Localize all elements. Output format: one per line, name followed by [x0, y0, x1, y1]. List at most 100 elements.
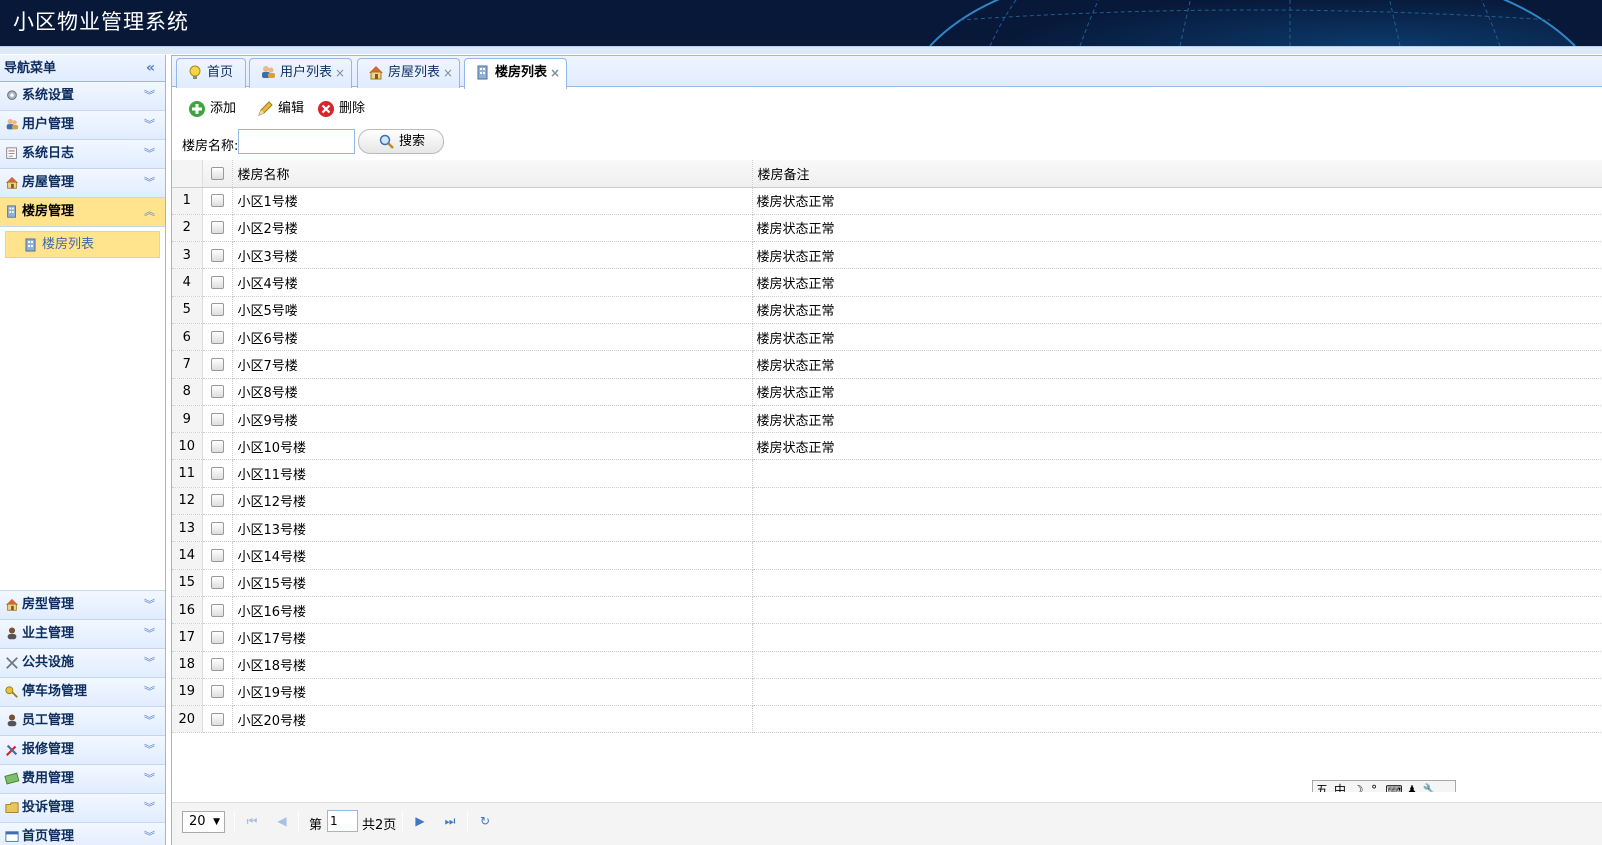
row-checkbox[interactable]	[210, 521, 224, 535]
sidebar-item-bottom_items-1[interactable]: 业主管理 ︾	[0, 620, 165, 649]
close-icon[interactable]: ×	[443, 59, 453, 87]
sidebar-item-label: 系统设置	[22, 88, 75, 103]
search-button[interactable]: 搜索	[358, 129, 444, 154]
sidebar-item-top_items-2[interactable]: 系统日志 ︾	[0, 140, 165, 169]
building-note-cell	[752, 459, 1602, 488]
sidebar-item-bottom_items-8[interactable]: 首页管理 ︾	[0, 823, 165, 845]
row-checkbox[interactable]	[210, 439, 224, 453]
row-checkbox[interactable]	[210, 658, 224, 672]
sidebar-item-bottom_items-2[interactable]: 公共设施 ︾	[0, 649, 165, 678]
row-checkbox[interactable]	[210, 494, 224, 508]
table-row[interactable]: 13 小区13号楼	[172, 514, 1602, 543]
sidebar-item-top_items-0[interactable]: 系统设置 ︾	[0, 82, 165, 111]
table-row[interactable]: 2 小区2号楼 楼房状态正常	[172, 214, 1602, 243]
edit-button[interactable]: 编辑	[256, 99, 304, 119]
table-row[interactable]: 1 小区1号楼 楼房状态正常	[172, 187, 1602, 215]
tab-2[interactable]: 房屋列表 ×	[357, 58, 460, 88]
ime-button[interactable]: °,	[1367, 781, 1385, 792]
table-row[interactable]: 6 小区6号楼 楼房状态正常	[172, 323, 1602, 352]
sidebar-item-top_items-1[interactable]: 用户管理 ︾	[0, 111, 165, 140]
row-checkbox[interactable]	[210, 385, 224, 399]
row-checkbox[interactable]	[210, 248, 224, 262]
building-note-cell	[752, 569, 1602, 597]
sidebar-subitem-building-list[interactable]: 楼房列表	[5, 231, 160, 258]
collapse-sidebar-icon[interactable]: «	[146, 55, 155, 82]
row-checkbox[interactable]	[210, 276, 224, 290]
sidebar-item-bottom_items-3[interactable]: 停车场管理 ︾	[0, 678, 165, 707]
table-row[interactable]: 7 小区7号楼 楼房状态正常	[172, 350, 1602, 379]
ime-button[interactable]: 🔧	[1421, 781, 1439, 792]
row-number: 19	[172, 678, 203, 707]
building-note-cell	[752, 541, 1602, 570]
tab-1[interactable]: 用户列表 ×	[249, 58, 352, 88]
column-header-building-note[interactable]: 楼房备注	[752, 160, 1602, 188]
ime-button[interactable]: 五	[1313, 781, 1331, 792]
first-page-icon[interactable]: ⏮	[244, 813, 260, 829]
delete-button[interactable]: 删除	[317, 99, 365, 119]
select-all-checkbox[interactable]	[210, 166, 224, 180]
add-button[interactable]: 添加	[188, 99, 236, 119]
table-row[interactable]: 18 小区18号楼	[172, 651, 1602, 679]
table-row[interactable]: 5 小区5号喽 楼房状态正常	[172, 296, 1602, 324]
row-checkbox[interactable]	[210, 685, 224, 699]
row-checkbox[interactable]	[210, 221, 224, 235]
building-name-cell: 小区12号楼	[232, 487, 753, 516]
table-row[interactable]: 10 小区10号楼 楼房状态正常	[172, 432, 1602, 461]
sidebar-item-bottom_items-7[interactable]: 投诉管理 ︾	[0, 794, 165, 823]
sidebar-item-bottom_items-6[interactable]: 费用管理 ︾	[0, 765, 165, 794]
row-select-cell	[202, 514, 233, 543]
row-checkbox[interactable]	[210, 303, 224, 317]
page-size-select[interactable]: 20 ▼	[182, 811, 225, 833]
row-select-cell	[202, 623, 233, 652]
row-number: 10	[172, 432, 203, 461]
row-number: 20	[172, 705, 203, 734]
ime-button[interactable]: ☽	[1349, 781, 1367, 792]
column-header-building-name[interactable]: 楼房名称	[232, 160, 753, 188]
row-checkbox[interactable]	[210, 576, 224, 590]
sidebar-item-top_items-3[interactable]: 房屋管理 ︾	[0, 169, 165, 198]
sidebar-item-top_items-4[interactable]: 楼房管理 ︽	[0, 198, 165, 227]
row-checkbox[interactable]	[210, 603, 224, 617]
table-row[interactable]: 20 小区20号楼	[172, 705, 1602, 734]
sidebar-item-bottom_items-4[interactable]: 员工管理 ︾	[0, 707, 165, 736]
sidebar-item-bottom_items-0[interactable]: 房型管理 ︾	[0, 591, 165, 620]
prev-page-icon[interactable]: ◀	[274, 813, 290, 829]
row-checkbox[interactable]	[210, 330, 224, 344]
row-checkbox[interactable]	[210, 194, 224, 208]
delete-button-label: 删除	[339, 101, 366, 116]
row-number: 4	[172, 268, 203, 297]
row-checkbox[interactable]	[210, 467, 224, 481]
sidebar-item-bottom_items-5[interactable]: 报修管理 ︾	[0, 736, 165, 765]
main-panel: 首页 用户列表 × 房屋列表 × 楼房列表 × 添加 编辑 删除 楼房名称: 搜索	[171, 55, 1602, 845]
tab-3[interactable]: 楼房列表 ×	[464, 58, 567, 89]
row-checkbox[interactable]	[210, 412, 224, 426]
table-row[interactable]: 11 小区11号楼	[172, 459, 1602, 488]
last-page-icon[interactable]: ⏭	[442, 813, 458, 829]
table-row[interactable]: 14 小区14号楼	[172, 541, 1602, 570]
next-page-icon[interactable]: ▶	[412, 813, 428, 829]
page-number-input[interactable]	[327, 810, 358, 832]
building-name-input[interactable]	[238, 129, 355, 154]
tab-0[interactable]: 首页	[176, 58, 246, 88]
table-row[interactable]: 17 小区17号楼	[172, 623, 1602, 652]
table-row[interactable]: 4 小区4号楼 楼房状态正常	[172, 268, 1602, 297]
row-checkbox[interactable]	[210, 712, 224, 726]
person-icon	[7, 714, 17, 727]
row-checkbox[interactable]	[210, 630, 224, 644]
ime-button[interactable]: ⌨	[1385, 781, 1403, 792]
table-row[interactable]: 8 小区8号楼 楼房状态正常	[172, 378, 1602, 406]
table-row[interactable]: 19 小区19号楼	[172, 678, 1602, 707]
table-row[interactable]: 9 小区9号楼 楼房状态正常	[172, 405, 1602, 434]
table-row[interactable]: 16 小区16号楼	[172, 596, 1602, 625]
table-row[interactable]: 15 小区15号楼	[172, 569, 1602, 597]
table-row[interactable]: 12 小区12号楼	[172, 487, 1602, 516]
row-checkbox[interactable]	[210, 549, 224, 562]
table-row[interactable]: 3 小区3号楼 楼房状态正常	[172, 241, 1602, 270]
ime-button[interactable]: ♟	[1403, 781, 1421, 792]
page-size-value: 20	[189, 814, 206, 829]
row-checkbox[interactable]	[210, 357, 224, 371]
ime-button[interactable]: 中	[1331, 781, 1349, 792]
close-icon[interactable]: ×	[335, 59, 345, 87]
refresh-icon[interactable]: ↻	[477, 813, 493, 829]
close-icon[interactable]: ×	[550, 59, 560, 87]
